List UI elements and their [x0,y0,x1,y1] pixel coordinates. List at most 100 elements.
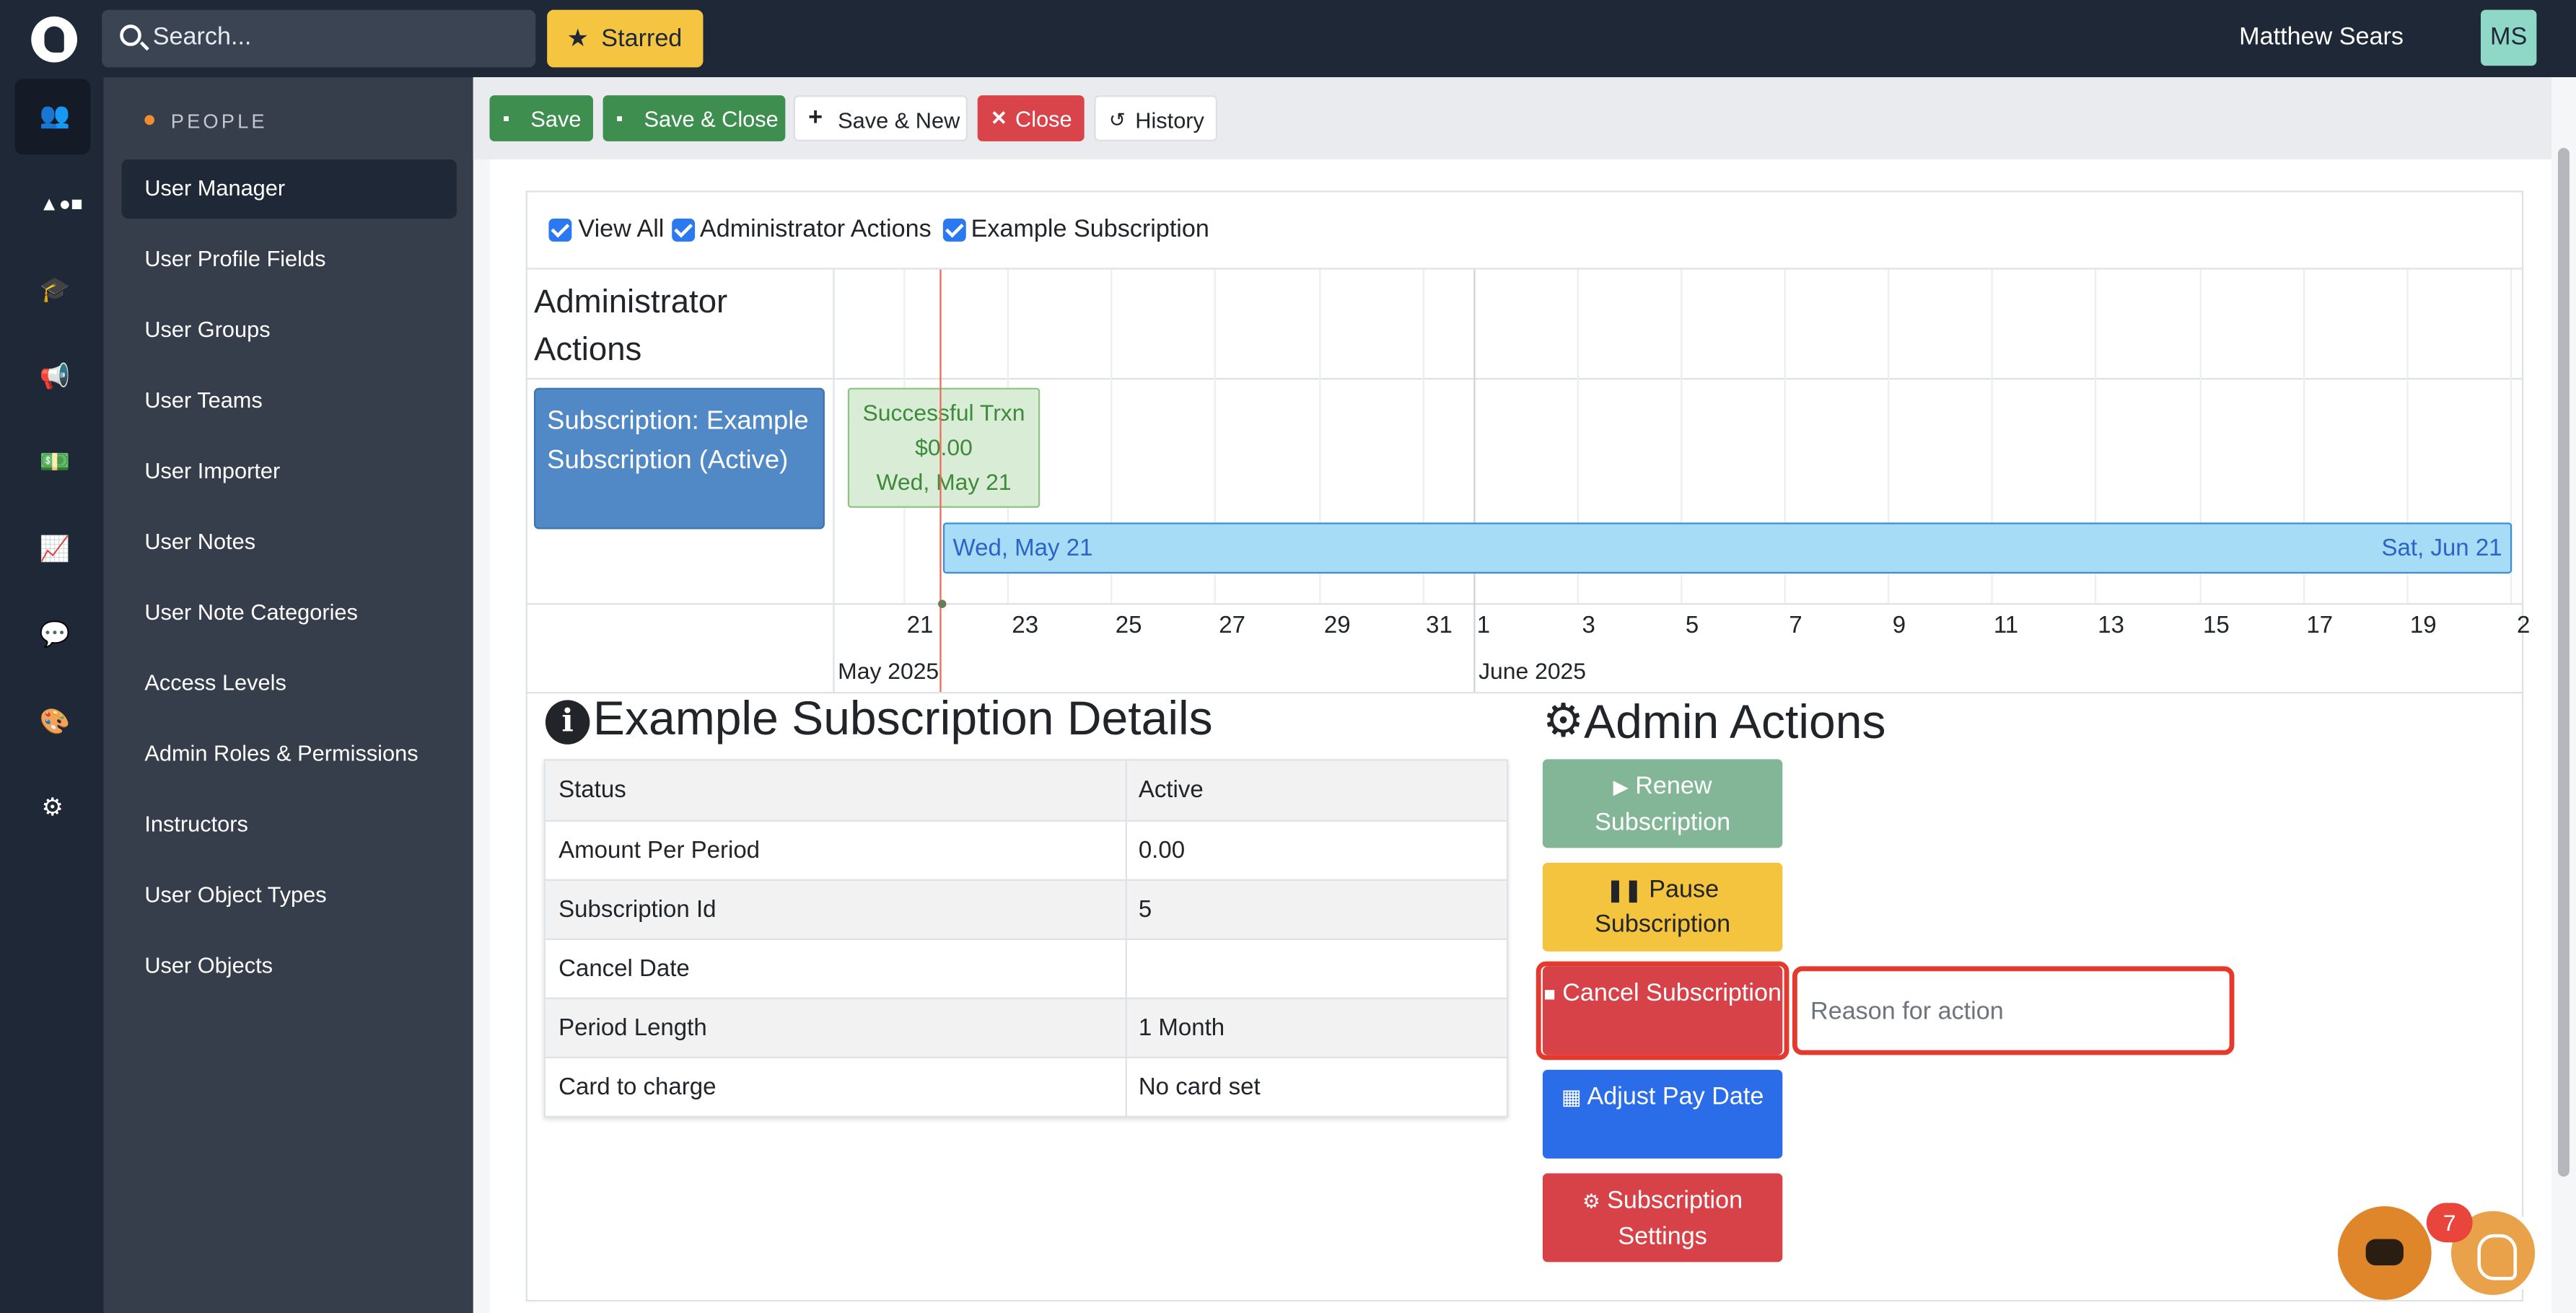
subscription-settings-button[interactable]: ⚙ Subscription Settings [1542,1173,1783,1262]
timeline-subscription-item[interactable]: Subscription: Example Subscription (Acti… [533,387,825,530]
example-subscription-label[interactable]: Example Subscription [971,215,1209,243]
details-title: i Example Subscription Details [545,693,1213,747]
floppy-icon: ▪ [502,107,510,130]
action-bar [473,77,2560,159]
timeline-tick: 2 [2517,612,2531,640]
timeline-tick: 3 [1582,612,1595,640]
timeline-tick: 9 [1892,612,1906,640]
timeline-tick: 29 [1323,612,1351,640]
timeline-border [525,268,2524,270]
timeline-range-bar[interactable]: Wed, May 21 Sat, Jun 21 [942,522,2513,574]
floppy-icon: ▪ [615,107,623,130]
scrollbar-thumb[interactable] [2557,148,2570,1177]
table-row: Status Active [545,760,1507,820]
sidebar-item-admin-roles[interactable]: Admin Roles & Permissions [121,725,456,784]
table-row: Subscription Id 5 [545,879,1507,939]
sidebar-item-instructors[interactable]: Instructors [121,796,456,855]
avatar[interactable]: MS [2480,9,2537,66]
range-end-date: Sat, Jun 21 [2381,535,2502,563]
cancel-subscription-button[interactable]: ■ Cancel Subscription [1542,966,1783,1055]
sidebar-item-user-objects[interactable]: User Objects [121,936,456,996]
sidebar-section-title: PEOPLE [170,110,268,133]
close-icon: ✕ [990,107,1007,130]
admin-actions-label[interactable]: Administrator Actions [700,215,932,243]
sidebar-item-user-groups[interactable]: User Groups [121,301,456,360]
save-button[interactable]: ▪ Save [489,95,593,141]
app-logo[interactable] [31,16,78,63]
search-input[interactable]: Search... [102,9,536,68]
timeline-tick: 27 [1219,612,1245,640]
transaction-date: Wed, May 21 [876,468,1012,495]
timeline-marker-dot [938,600,947,608]
user-name[interactable]: Matthew Sears [2239,23,2404,51]
admin-actions-checkbox[interactable] [672,218,696,242]
timeline-month-label: May 2025 [838,657,939,684]
sidebar-item-user-profile-fields[interactable]: User Profile Fields [121,230,456,289]
search-icon [120,25,141,46]
timeline-tick: 7 [1789,612,1802,640]
sidebar-item-user-object-types[interactable]: User Object Types [121,866,456,925]
pause-icon: ❚❚ [1606,877,1642,903]
timeline-tick: 15 [2203,612,2230,640]
search-placeholder: Search... [152,22,252,51]
timeline-tick: 19 [2409,612,2437,640]
star-icon: ★ [566,25,590,53]
users-icon[interactable]: 👥 [14,79,91,155]
table-row: Cancel Date [545,938,1507,998]
sidebar-item-user-note-categories[interactable]: User Note Categories [121,584,456,643]
history-button[interactable]: ↺ History [1094,95,1218,141]
sidebar-item-user-importer[interactable]: User Importer [121,442,456,501]
table-row: Card to charge No card set [545,1056,1507,1116]
gear-icon: ⚙ [1542,695,1585,747]
timeline-tick: 5 [1685,612,1699,640]
icon-rail: 👥 ▲●■ 🎓 📢 💵 📈 💬 🎨 ⚙ [0,77,104,1313]
sidebar-item-access-levels[interactable]: Access Levels [121,654,456,713]
sidebar-item-user-teams[interactable]: User Teams [121,372,456,431]
money-icon[interactable]: 💵 [14,426,90,501]
chat-icon[interactable]: 💬 [14,598,90,674]
sidebar-item-user-notes[interactable]: User Notes [121,513,456,572]
close-button[interactable]: ✕ Close [977,95,1085,141]
starred-button[interactable]: ★ Starred [547,9,704,68]
save-new-button[interactable]: + Save & New [793,95,968,141]
timeline-tick: 23 [1012,612,1039,640]
chat-unread-badge: 7 [2426,1203,2473,1243]
play-icon: ▶ [1613,776,1629,799]
history-icon: ↺ [1108,108,1126,132]
renew-subscription-button[interactable]: ▶ Renew Subscription [1542,759,1783,848]
starred-label: Starred [601,25,683,53]
cogs-icon: ⚙ [1582,1190,1600,1213]
chat-launcher-button[interactable] [2337,1206,2432,1300]
palette-icon[interactable]: 🎨 [14,685,90,761]
timeline-tick: 11 [1993,612,2019,640]
table-row: Period Length 1 Month [545,997,1507,1057]
example-subscription-checkbox[interactable] [942,218,966,242]
timeline-tick: 13 [2098,612,2125,640]
adjust-pay-date-button[interactable]: ▦ Adjust Pay Date [1542,1069,1783,1159]
view-all-label[interactable]: View All [578,215,664,243]
plus-icon: + [808,103,823,132]
timeline-tick: 25 [1115,612,1142,640]
timeline-tick: 17 [2306,612,2334,640]
details-table: Status Active Amount Per Period 0.00 Sub… [543,759,1509,1117]
megaphone-icon[interactable]: 📢 [14,341,90,416]
table-row: Amount Per Period 0.00 [545,820,1507,879]
timeline-group-label: Administrator Actions [533,284,728,369]
shapes-icon[interactable]: ▲●■ [14,166,90,242]
view-all-checkbox[interactable] [548,218,572,242]
pause-subscription-button[interactable]: ❚❚ Pause Subscription [1542,862,1783,952]
timeline-transaction-item[interactable]: Successful Trxn $0.00 Wed, May 21 [847,387,1041,508]
chart-icon[interactable]: 📈 [14,513,90,589]
gear-icon[interactable]: ⚙ [14,770,90,846]
graduation-cap-icon[interactable]: 🎓 [14,253,90,329]
timeline-tick: 1 [1476,612,1491,640]
reason-input[interactable] [1792,966,2235,1055]
timeline-tick: 21 [906,612,934,640]
timeline-axis-line [525,602,2524,605]
info-icon: i [545,700,590,745]
save-close-button[interactable]: ▪ Save & Close [603,95,786,141]
sidebar-item-user-manager[interactable]: User Manager [121,159,457,219]
timeline-tick: 31 [1426,612,1453,640]
stop-icon: ■ [1543,983,1556,1006]
section-dot [144,115,155,126]
